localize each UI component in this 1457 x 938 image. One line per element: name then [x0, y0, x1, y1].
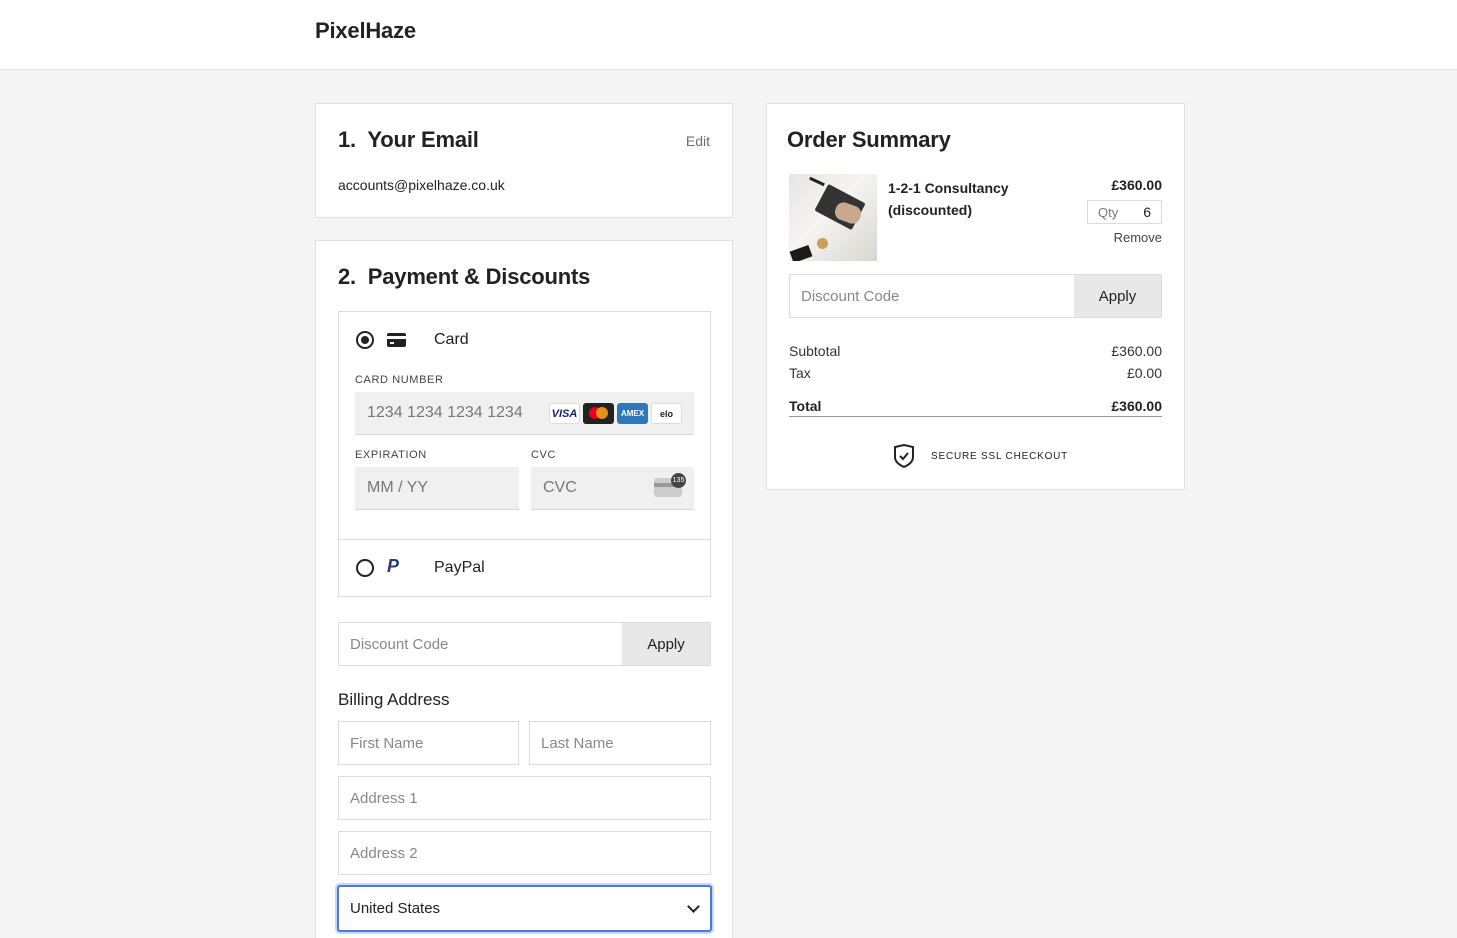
first-name-input[interactable]: First Name [338, 721, 519, 765]
secure-checkout-label: SECURE SSL CHECKOUT [931, 450, 1069, 462]
summary-apply-button[interactable]: Apply [1074, 275, 1161, 317]
payment-methods: Card CARD NUMBER 1234 1234 1234 1234 VIS… [338, 311, 711, 597]
remove-item-link[interactable]: Remove [1114, 230, 1162, 245]
payment-panel: 2. Payment & Discounts Card CARD NUMBER … [315, 240, 733, 938]
order-summary-panel: Order Summary 1-2-1 Consultancy (discoun… [766, 103, 1185, 490]
product-price: £360.00 [1111, 177, 1162, 193]
tax-row: Tax £0.00 [789, 365, 1162, 381]
email-panel: 1. Your Email Edit accounts@pixelhaze.co… [315, 103, 733, 218]
card-icon [387, 333, 406, 347]
subtotal-value: £360.00 [1111, 343, 1162, 359]
mastercard-icon [583, 403, 614, 424]
payment-discount-input[interactable]: Discount Code [339, 623, 622, 665]
secure-checkout-badge: SECURE SSL CHECKOUT [893, 444, 1068, 468]
chevron-down-icon [687, 900, 700, 913]
card-radio[interactable] [356, 331, 374, 349]
paypal-radio[interactable] [356, 559, 374, 577]
qty-label: Qty [1098, 204, 1119, 220]
paypal-method-label[interactable]: PayPal [434, 559, 485, 577]
cvc-placeholder: CVC [543, 479, 577, 496]
country-value: United States [350, 900, 441, 917]
expiration-input[interactable]: MM / YY [355, 467, 519, 510]
quantity-input[interactable]: Qty 6 [1087, 200, 1162, 224]
expiration-label: EXPIRATION [355, 449, 427, 461]
payment-section-label: Payment & Discounts [367, 264, 591, 289]
card-number-placeholder: 1234 1234 1234 1234 [367, 404, 523, 421]
cvc-card-icon: 135 [654, 473, 686, 497]
subtotal-label: Subtotal [789, 343, 841, 359]
card-brands: VISA AMEX elo [549, 403, 682, 424]
cvc-label: CVC [531, 449, 557, 461]
tax-value: £0.00 [1126, 365, 1162, 381]
card-method-label[interactable]: Card [434, 331, 469, 349]
payment-discount-group: Discount Code Apply [338, 622, 711, 666]
payment-section-title: 2. Payment & Discounts [338, 264, 590, 290]
product-name: 1-2-1 Consultancy (discounted) [888, 180, 1009, 218]
shield-check-icon [894, 444, 914, 468]
cvc-input[interactable]: CVC 135 [531, 467, 694, 510]
product-thumbnail [789, 174, 877, 261]
card-number-input[interactable]: 1234 1234 1234 1234 VISA AMEX elo [355, 392, 694, 435]
card-number-label: CARD NUMBER [355, 374, 444, 386]
qty-value: 6 [1143, 204, 1151, 220]
total-label: Total [789, 398, 822, 414]
summary-discount-input[interactable]: Discount Code [790, 275, 1074, 317]
email-section-number: 1. [338, 127, 356, 152]
last-name-input[interactable]: Last Name [529, 721, 711, 765]
address2-input[interactable]: Address 2 [338, 831, 711, 875]
summary-discount-group: Discount Code Apply [789, 274, 1162, 318]
method-divider [339, 539, 710, 540]
email-value: accounts@pixelhaze.co.uk [338, 177, 505, 193]
total-value: £360.00 [1111, 398, 1162, 414]
email-section-title: 1. Your Email [338, 127, 479, 153]
visa-icon: VISA [549, 403, 580, 424]
country-select[interactable]: United States [337, 885, 712, 932]
order-summary-title: Order Summary [787, 127, 951, 152]
elo-icon: elo [651, 403, 682, 424]
brand-logo[interactable]: PixelHaze [315, 18, 416, 44]
top-bar: PixelHaze [0, 0, 1457, 70]
subtotal-row: Subtotal £360.00 [789, 343, 1162, 359]
total-row: Total £360.00 [789, 398, 1162, 417]
edit-email-link[interactable]: Edit [686, 133, 710, 149]
payment-apply-button[interactable]: Apply [622, 623, 710, 665]
paypal-icon: P [387, 556, 400, 576]
expiration-placeholder: MM / YY [367, 479, 429, 496]
tax-label: Tax [789, 365, 811, 381]
address1-input[interactable]: Address 1 [338, 776, 711, 820]
email-section-label: Your Email [367, 127, 479, 152]
payment-section-number: 2. [338, 264, 356, 289]
amex-icon: AMEX [617, 403, 648, 424]
billing-address-title: Billing Address [338, 690, 450, 709]
